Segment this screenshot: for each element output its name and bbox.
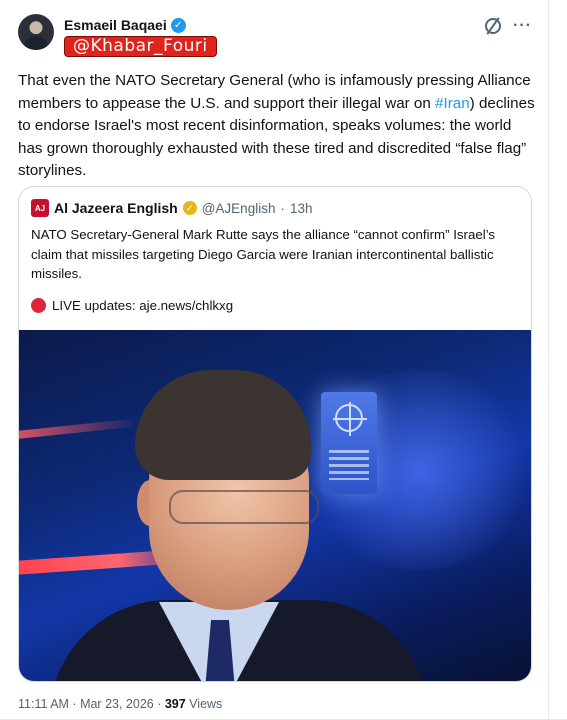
author-display-name[interactable]: Esmaeil Baqaei	[64, 17, 167, 33]
hashtag-link[interactable]: #Iran	[435, 95, 470, 112]
grok-icon[interactable]	[485, 18, 502, 34]
more-options-icon[interactable]: ···	[513, 18, 532, 34]
avatar[interactable]	[18, 14, 54, 50]
post-card: Esmaeil Baqaei ✓ @Khabar_Fouri ··· That …	[0, 0, 567, 720]
live-updates-link[interactable]: LIVE updates: aje.news/chlkxg	[52, 298, 233, 313]
separator-dot: ·	[280, 200, 285, 216]
quoted-source-name: Al Jazeera English	[54, 200, 178, 216]
handle-overlay-tag: @Khabar_Fouri	[64, 36, 217, 57]
post-text: That even the NATO Secretary General (wh…	[18, 70, 538, 183]
author-row: Esmaeil Baqaei ✓	[64, 16, 186, 34]
person-photo	[49, 370, 429, 681]
post-header: Esmaeil Baqaei ✓ @Khabar_Fouri ···	[18, 14, 538, 58]
verified-badge-icon: ✓	[170, 17, 186, 33]
quoted-post[interactable]: AJ Al Jazeera English ✓ @AJEnglish · 13h…	[18, 186, 532, 682]
live-updates-line: LIVE updates: aje.news/chlkxg	[31, 295, 233, 315]
live-dot-icon	[31, 297, 46, 313]
divider	[548, 0, 549, 720]
quoted-header: AJ Al Jazeera English ✓ @AJEnglish · 13h	[31, 199, 313, 217]
quoted-handle: @AJEnglish	[201, 200, 276, 216]
post-timestamp[interactable]: 11:11 AM · Mar 23, 2026 ·	[18, 697, 165, 711]
al-jazeera-logo-icon: AJ	[31, 199, 49, 217]
quoted-text: NATO Secretary-General Mark Rutte says t…	[31, 227, 496, 281]
header-actions: ···	[485, 18, 532, 34]
quoted-media-image[interactable]	[19, 330, 531, 681]
quoted-age: 13h	[289, 200, 313, 216]
post-meta: 11:11 AM · Mar 23, 2026 · 397 Views	[18, 697, 222, 711]
views-label: Views	[185, 697, 223, 711]
views-count: 397	[164, 697, 186, 711]
gold-verified-icon: ✓	[182, 201, 197, 215]
